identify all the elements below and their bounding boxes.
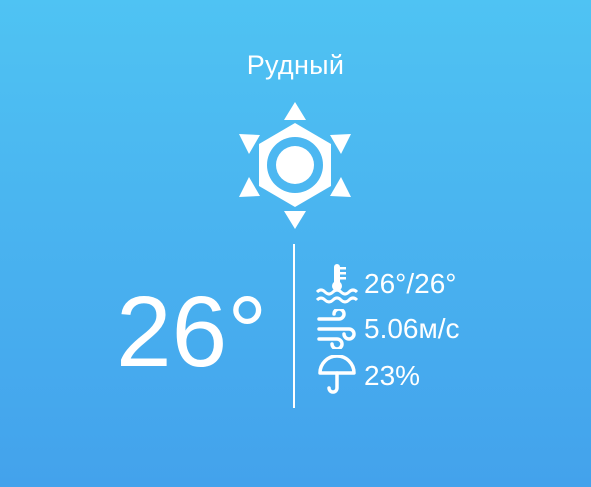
precipitation-row: 23% (312, 353, 420, 399)
current-temperature: 26° (116, 277, 286, 387)
umbrella-icon (312, 353, 362, 399)
precipitation-value: 23% (364, 360, 421, 391)
sun-icon (233, 98, 357, 233)
feels-like-row: 26°/26° (312, 261, 456, 307)
feels-like-value: 26°/26° (364, 268, 457, 299)
wind-icon (312, 306, 362, 352)
water-temperature-icon (312, 261, 362, 307)
divider (293, 244, 295, 408)
degree-symbol: ° (227, 276, 268, 388)
temperature-value: 26 (116, 276, 228, 388)
wind-row: 5.06м/с (312, 306, 460, 352)
wind-value: 5.06м/с (364, 313, 460, 344)
weather-widget: Рудный 26° 26°/26° 5.06м/с 23% (0, 0, 591, 487)
city-name: Рудный (246, 50, 345, 80)
